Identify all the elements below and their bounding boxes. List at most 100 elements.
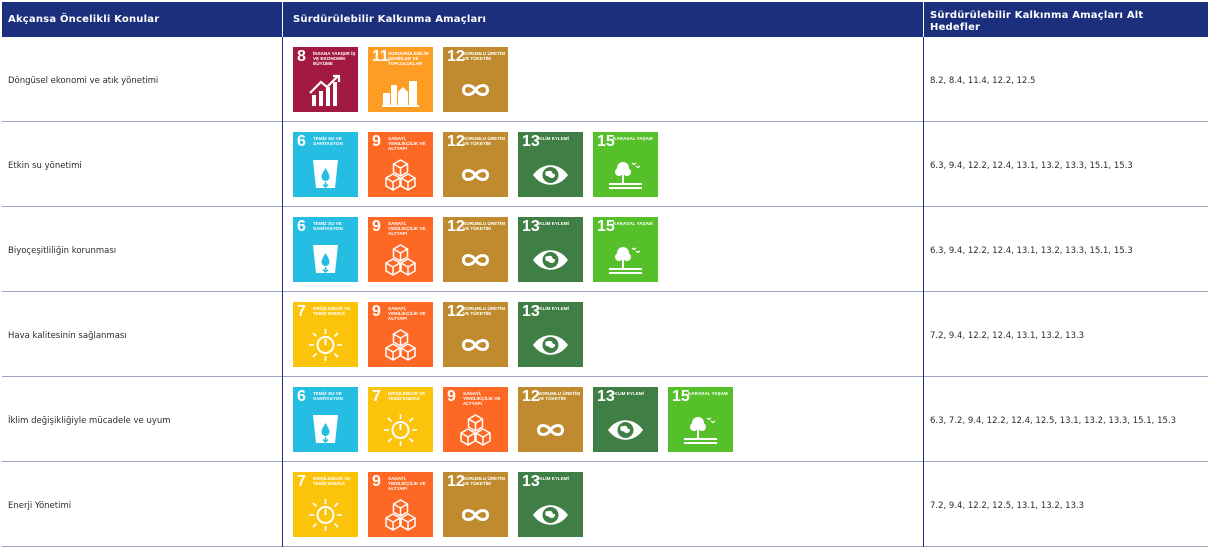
header-priority-topics: Akçansa Öncelikli Konular — [8, 14, 160, 25]
sdg-7-tile: 7 ERİŞİLEBİLİR VE TEMİZ ENERJİ — [368, 387, 433, 452]
sdg-title: İKLİM EYLEMİ — [613, 391, 644, 396]
column-divider — [282, 292, 283, 377]
sdg-number: 7 — [297, 303, 306, 320]
sdg-9-tile: 9 SANAYİ, YENİLİKÇİLİK VE ALTYAPI — [443, 387, 508, 452]
sdg-number: 11 — [372, 48, 389, 65]
column-divider — [923, 292, 924, 377]
table-header: Akçansa Öncelikli Konular Sürdürülebilir… — [2, 2, 1208, 37]
sdg-title: SORUMLU ÜRETİM VE TÜKETİM — [463, 51, 506, 62]
sdg-9-tile: 9 SANAYİ, YENİLİKÇİLİK VE ALTYAPI — [368, 217, 433, 282]
sdg-15-tile: 15 KARASAL YAŞAM — [593, 132, 658, 197]
column-divider — [923, 377, 924, 462]
table-row: İklim değişikliğiyle mücadele ve uyum 6 TE… — [2, 377, 1208, 462]
sdg-title: SANAYİ, YENİLİKÇİLİK VE ALTYAPI — [388, 476, 426, 492]
column-divider — [282, 122, 283, 207]
priority-topic: Döngüsel ekonomi ve atık yönetimi — [8, 76, 159, 86]
sub-targets: 6.3, 9.4, 12.2, 12.4, 13.1, 13.2, 13.3, … — [930, 246, 1133, 256]
sdg-title: SANAYİ, YENİLİKÇİLİK VE ALTYAPI — [463, 391, 501, 407]
sdg-title: KARASAL YAŞAM — [613, 221, 653, 226]
sdg-title: SORUMLU ÜRETİM VE TÜKETİM — [463, 221, 506, 232]
column-divider — [923, 462, 924, 547]
sub-targets: 8.2, 8.4, 11.4, 12.2, 12.5 — [930, 76, 1036, 86]
priority-topic: Hava kalitesinin sağlanması — [8, 331, 127, 341]
sdg-number: 9 — [372, 133, 381, 150]
sdg-title: İNSANA YAKIŞIR İŞ VE EKONOMİK BÜYÜME — [313, 51, 356, 67]
header-sdgs: Sürdürülebilir Kalkınma Amaçları — [293, 14, 487, 25]
sdg-13-tile: 13 İKLİM EYLEMİ — [518, 132, 583, 197]
sdg-title: SORUMLU ÜRETİM VE TÜKETİM — [463, 476, 506, 487]
column-divider — [282, 37, 283, 122]
sdg-number: 7 — [372, 388, 381, 405]
sdg-title: SANAYİ, YENİLİKÇİLİK VE ALTYAPI — [388, 136, 426, 152]
priority-topic: Etkin su yönetimi — [8, 161, 82, 171]
table-row: Hava kalitesinin sağlanması 7 ERİŞİLEBİLİR… — [2, 292, 1208, 377]
sdg-number: 6 — [297, 218, 306, 235]
sdg-6-tile: 6 TEMİZ SU VE SANİTASYON — [293, 217, 358, 282]
sdg-9-tile: 9 SANAYİ, YENİLİKÇİLİK VE ALTYAPI — [368, 302, 433, 367]
sdg-13-tile: 13 İKLİM EYLEMİ — [518, 217, 583, 282]
sdg-6-tile: 6 TEMİZ SU VE SANİTASYON — [293, 132, 358, 197]
column-divider — [282, 462, 283, 547]
sdg-number: 9 — [372, 473, 381, 490]
sdg-title: TEMİZ SU VE SANİTASYON — [313, 136, 343, 147]
column-divider — [923, 207, 924, 292]
sdg-title: İKLİM EYLEMİ — [538, 221, 569, 226]
sdg-8-tile: 8 İNSANA YAKIŞIR İŞ VE EKONOMİK BÜYÜME — [293, 47, 358, 112]
sub-targets: 7.2, 9.4, 12.2, 12.5, 13.1, 13.2, 13.3 — [930, 501, 1085, 511]
sdg-title: TEMİZ SU VE SANİTASYON — [313, 221, 343, 232]
sdg-12-tile: 12 SORUMLU ÜRETİM VE TÜKETİM — [518, 387, 583, 452]
sdg-title: SORUMLU ÜRETİM VE TÜKETİM — [463, 306, 506, 317]
column-divider — [282, 377, 283, 462]
sub-targets: 7.2, 9.4, 12.2, 12.4, 13.1, 13.2, 13.3 — [930, 331, 1085, 341]
sdg-title: KARASAL YAŞAM — [688, 391, 728, 396]
sdg-13-tile: 13 İKLİM EYLEMİ — [518, 472, 583, 537]
sub-targets: 6.3, 7.2, 9.4, 12.2, 12.4, 12.5, 13.1, 1… — [930, 416, 1176, 426]
sdg-7-tile: 7 ERİŞİLEBİLİR VE TEMİZ ENERJİ — [293, 302, 358, 367]
priority-topic: Enerji Yönetimi — [8, 501, 72, 511]
sdg-title: İKLİM EYLEMİ — [538, 306, 569, 311]
table-row: Biyoçeşitliliğin korunması 6 TEMİZ SU VE S… — [2, 207, 1208, 292]
sdg-number: 9 — [372, 218, 381, 235]
sdg-9-tile: 9 SANAYİ, YENİLİKÇİLİK VE ALTYAPI — [368, 132, 433, 197]
sdg-12-tile: 12 SORUMLU ÜRETİM VE TÜKETİM — [443, 217, 508, 282]
sdg-12-tile: 12 SORUMLU ÜRETİM VE TÜKETİM — [443, 132, 508, 197]
sdg-12-tile: 12 SORUMLU ÜRETİM VE TÜKETİM — [443, 47, 508, 112]
column-divider — [923, 122, 924, 207]
header-sub-targets: Sürdürülebilir Kalkınma Amaçları Alt Hed… — [930, 10, 1144, 33]
table-row: Döngüsel ekonomi ve atık yönetimi 8 İNSANA… — [2, 37, 1208, 122]
sdg-title: TEMİZ SU VE SANİTASYON — [313, 391, 343, 402]
table-row: Etkin su yönetimi 6 TEMİZ SU VE SANİTASYON… — [2, 122, 1208, 207]
sdg-7-tile: 7 ERİŞİLEBİLİR VE TEMİZ ENERJİ — [293, 472, 358, 537]
priority-topic: İklim değişikliğiyle mücadele ve uyum — [8, 416, 171, 426]
sdg-number: 9 — [372, 303, 381, 320]
sdg-number: 6 — [297, 388, 306, 405]
sdg-title: SANAYİ, YENİLİKÇİLİK VE ALTYAPI — [388, 221, 426, 237]
sub-targets: 6.3, 9.4, 12.2, 12.4, 13.1, 13.2, 13.3, … — [930, 161, 1133, 171]
table-row: Enerji Yönetimi 7 ERİŞİLEBİLİR VE TEMİZ EN… — [2, 462, 1208, 547]
sdg-15-tile: 15 KARASAL YAŞAM — [668, 387, 733, 452]
sdg-title: İKLİM EYLEMİ — [538, 476, 569, 481]
sdg-title: SÜRDÜRÜLEBİLİR ŞEHİRLER VE TOPLULUKLAR — [388, 51, 429, 67]
sdg-title: ERİŞİLEBİLİR VE TEMİZ ENERJİ — [388, 391, 426, 402]
sdg-9-tile: 9 SANAYİ, YENİLİKÇİLİK VE ALTYAPI — [368, 472, 433, 537]
sdg-title: ERİŞİLEBİLİR VE TEMİZ ENERJİ — [313, 476, 351, 487]
sdg-title: KARASAL YAŞAM — [613, 136, 653, 141]
sdg-6-tile: 6 TEMİZ SU VE SANİTASYON — [293, 387, 358, 452]
sdg-13-tile: 13 İKLİM EYLEMİ — [593, 387, 658, 452]
sdg-title: SORUMLU ÜRETİM VE TÜKETİM — [463, 136, 506, 147]
sdg-15-tile: 15 KARASAL YAŞAM — [593, 217, 658, 282]
sdg-title: SORUMLU ÜRETİM VE TÜKETİM — [538, 391, 581, 402]
sdg-number: 7 — [297, 473, 306, 490]
header-divider — [282, 2, 283, 37]
sdg-12-tile: 12 SORUMLU ÜRETİM VE TÜKETİM — [443, 472, 508, 537]
sdg-11-tile: 11 SÜRDÜRÜLEBİLİR ŞEHİRLER VE TOPLULUKLAR — [368, 47, 433, 112]
sdg-number: 9 — [447, 388, 456, 405]
column-divider — [923, 37, 924, 122]
sdg-number: 8 — [297, 48, 306, 65]
sdg-13-tile: 13 İKLİM EYLEMİ — [518, 302, 583, 367]
sdg-title: SANAYİ, YENİLİKÇİLİK VE ALTYAPI — [388, 306, 426, 322]
sdg-title: ERİŞİLEBİLİR VE TEMİZ ENERJİ — [313, 306, 351, 317]
sdg-title: İKLİM EYLEMİ — [538, 136, 569, 141]
column-divider — [282, 207, 283, 292]
sdg-number: 6 — [297, 133, 306, 150]
